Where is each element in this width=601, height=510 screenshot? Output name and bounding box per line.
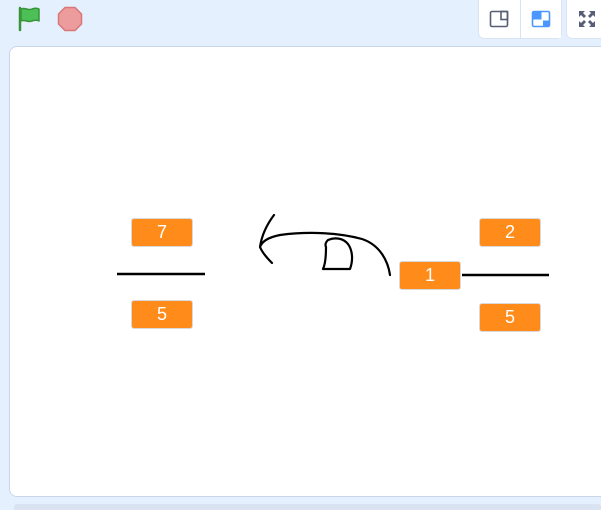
fullscreen-button[interactable] [566, 0, 601, 39]
stop-sign-icon [57, 6, 83, 32]
small-stage-layout-icon [489, 10, 509, 28]
left-numerator-box: 7 [131, 218, 193, 247]
stage-pen-drawing [117, 213, 549, 277]
green-flag-icon [18, 6, 40, 32]
fullscreen-icon [579, 11, 595, 27]
right-numerator-box: 2 [479, 218, 541, 247]
stage-layout-toggle [478, 0, 562, 39]
normal-stage-layout-icon [531, 10, 551, 28]
left-denominator-box: 5 [131, 300, 193, 329]
normal-stage-button[interactable] [519, 0, 561, 38]
curved-arrow-drawing [258, 213, 392, 277]
stage-canvas[interactable]: 7 5 1 2 5 [9, 46, 601, 497]
right-denominator-box: 5 [479, 303, 541, 332]
green-flag-button[interactable] [12, 4, 46, 34]
stage-header [0, 0, 601, 44]
whole-number-box: 1 [399, 261, 461, 290]
stop-button[interactable] [53, 4, 87, 34]
small-stage-button[interactable] [479, 0, 520, 38]
bottom-edge [14, 504, 601, 510]
